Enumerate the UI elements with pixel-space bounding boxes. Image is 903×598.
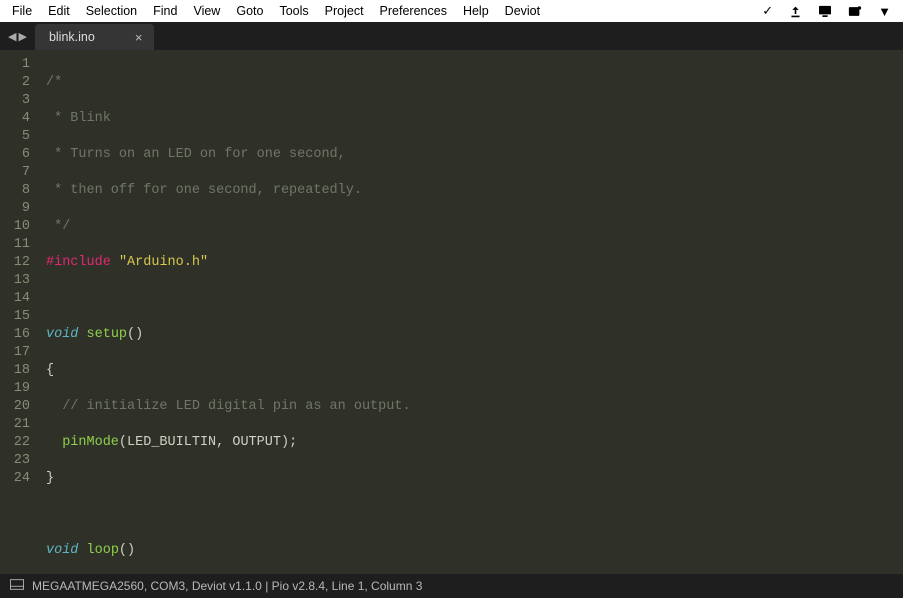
tab-strip: ◀ ▶ blink.ino × — [0, 22, 903, 50]
tab-nav-next-icon[interactable]: ▶ — [18, 30, 26, 43]
menu-file[interactable]: File — [4, 4, 40, 18]
toolbar-menu-dropdown-icon[interactable]: ▼ — [870, 4, 899, 19]
menu-preferences[interactable]: Preferences — [372, 4, 455, 18]
tab-close-icon[interactable]: × — [135, 31, 143, 44]
menu-tools[interactable]: Tools — [271, 4, 316, 18]
line-number: 16 — [0, 326, 30, 344]
line-number: 14 — [0, 290, 30, 308]
menu-bar: File Edit Selection Find View Goto Tools… — [0, 0, 903, 22]
line-number: 9 — [0, 200, 30, 218]
line-number: 12 — [0, 254, 30, 272]
menu-selection[interactable]: Selection — [78, 4, 145, 18]
line-number: 23 — [0, 452, 30, 470]
line-number: 2 — [0, 74, 30, 92]
toolbar-monitor-icon[interactable] — [810, 5, 840, 17]
line-number: 21 — [0, 416, 30, 434]
line-number: 5 — [0, 128, 30, 146]
toolbar-compile-icon[interactable]: ✓ — [754, 3, 781, 19]
line-number: 8 — [0, 182, 30, 200]
line-number: 13 — [0, 272, 30, 290]
toolbar-upload-icon[interactable] — [781, 5, 810, 18]
status-text: MEGAATMEGA2560, COM3, Deviot v1.1.0 | Pi… — [32, 579, 422, 593]
line-number: 20 — [0, 398, 30, 416]
menu-project[interactable]: Project — [317, 4, 372, 18]
tab-filename: blink.ino — [49, 30, 95, 44]
toolbar-serial-icon[interactable] — [840, 5, 870, 18]
line-number: 22 — [0, 434, 30, 452]
line-number: 4 — [0, 110, 30, 128]
menu-view[interactable]: View — [185, 4, 228, 18]
menu-edit[interactable]: Edit — [40, 4, 78, 18]
menu-goto[interactable]: Goto — [228, 4, 271, 18]
line-number: 11 — [0, 236, 30, 254]
line-number: 1 — [0, 56, 30, 74]
status-bar: MEGAATMEGA2560, COM3, Deviot v1.1.0 | Pi… — [0, 574, 903, 598]
line-number: 10 — [0, 218, 30, 236]
line-number: 6 — [0, 146, 30, 164]
tab-nav-prev-icon[interactable]: ◀ — [8, 30, 16, 43]
menu-deviot[interactable]: Deviot — [497, 4, 548, 18]
status-panel-icon[interactable] — [10, 579, 24, 593]
line-number: 7 — [0, 164, 30, 182]
line-number: 17 — [0, 344, 30, 362]
code-area[interactable]: /* * Blink * Turns on an LED on for one … — [40, 56, 903, 574]
line-number: 15 — [0, 308, 30, 326]
line-number: 24 — [0, 470, 30, 488]
line-number: 3 — [0, 92, 30, 110]
line-number: 19 — [0, 380, 30, 398]
tab-blink[interactable]: blink.ino × — [35, 24, 154, 50]
line-number-gutter: 123456789101112131415161718192021222324 — [0, 56, 40, 574]
menu-help[interactable]: Help — [455, 4, 497, 18]
menu-find[interactable]: Find — [145, 4, 185, 18]
line-number: 18 — [0, 362, 30, 380]
editor[interactable]: 123456789101112131415161718192021222324 … — [0, 50, 903, 574]
